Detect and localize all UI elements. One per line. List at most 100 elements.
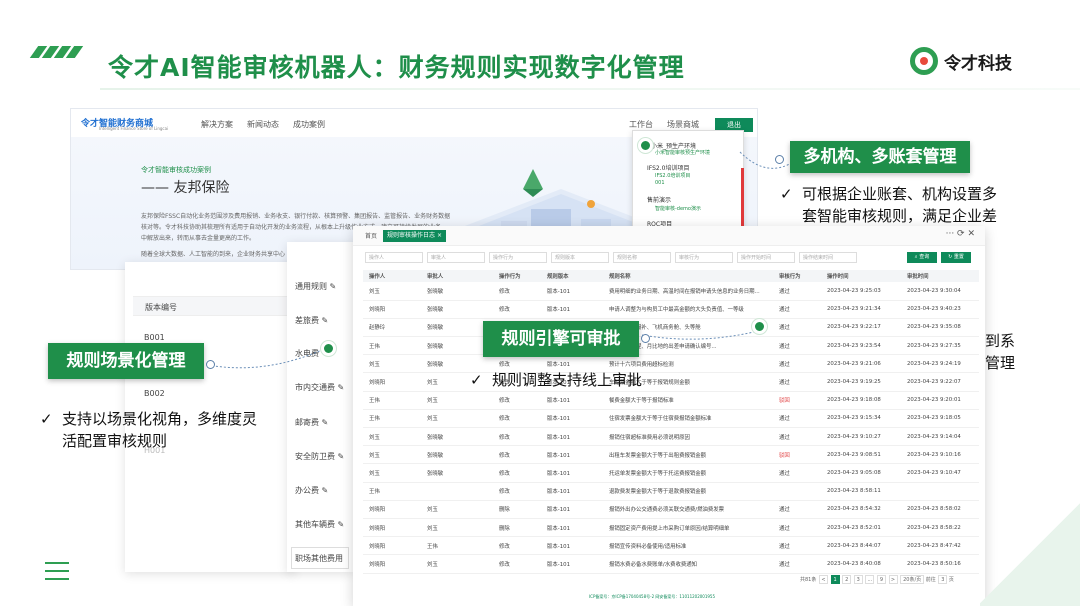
rule-category-item[interactable]: 通用规则 ✎ xyxy=(295,276,353,298)
table-cell: 2023-04-23 8:52:01 xyxy=(821,518,901,538)
table-cell: 刘玉 xyxy=(421,500,493,519)
column-header[interactable]: 操作人 xyxy=(363,270,421,282)
table-row[interactable]: 刘玉 张晓敏 修改 版本-101 出租车发票金额大于等于出租费报销金额 驳回 2023-04… xyxy=(363,445,979,465)
page-button[interactable]: 2 xyxy=(842,575,852,584)
table-row[interactable]: 刘晓阳 刘玉 修改 版本-101 报销水费必备水费账单/水费收费通知 通过 2023-04-… xyxy=(363,554,979,574)
check-icon: ✓ xyxy=(40,410,53,428)
table-row[interactable]: 王伟 修改 版本-101 退款费发票金额大于等于退款费报销金额 2023-04-23 8… xyxy=(363,482,979,501)
table-cell: 2023-04-23 9:08:51 xyxy=(821,445,901,465)
filter-rule-name-input[interactable]: 规则名称 xyxy=(613,252,671,263)
dropdown-item[interactable]: 售前演示 xyxy=(647,195,671,204)
table-cell: 版本-101 xyxy=(541,391,603,410)
edit-icon[interactable]: ✎ xyxy=(322,418,329,427)
rule-category-item[interactable]: 邮寄费 ✎ xyxy=(295,412,353,434)
nav-solutions[interactable]: 解决方案 xyxy=(201,119,233,130)
edit-icon[interactable]: ✎ xyxy=(322,486,329,495)
filter-action-select[interactable]: 操作行为 xyxy=(489,252,547,263)
filter-version-input[interactable]: 规则版本 xyxy=(551,252,609,263)
column-header[interactable]: 审批人 xyxy=(421,270,493,282)
table-cell: 张晓敏 xyxy=(421,463,493,483)
nav-cases[interactable]: 成功案例 xyxy=(293,119,325,130)
table-cell: 修改 xyxy=(493,427,541,447)
reset-button-label: 重置 xyxy=(953,254,964,260)
icp-footer: ICP备案号：京ICP备17040458号-2 网安备案号：1101120200… xyxy=(589,594,716,599)
table-row[interactable]: 刘晓阳 刘玉 删除 版本-101 报销外出办公交通费必须关联交通费/燃油费发票 通过 202… xyxy=(363,500,979,519)
tab-home[interactable]: 首页 xyxy=(365,231,377,240)
table-row[interactable]: 王伟 刘玉 修改 版本-101 住宿发票金额大于等于住宿费报销金额标准 通过 2023-04… xyxy=(363,409,979,429)
callout-multi-org-desc: ✓ 可根据企业账套、机构设置多 套智能审核规则，满足企业差 xyxy=(780,183,997,227)
rule-category-item[interactable]: 安全防卫费 ✎ xyxy=(295,446,353,468)
table-cell: 修改 xyxy=(493,282,541,301)
page-ellipsis[interactable]: ... xyxy=(865,575,875,584)
edit-icon[interactable]: ✎ xyxy=(338,520,345,529)
nav-news[interactable]: 新闻动态 xyxy=(247,119,279,130)
filter-approver-input[interactable]: 审批人 xyxy=(427,252,485,263)
version-item[interactable]: B001 xyxy=(144,333,165,342)
column-header[interactable]: 操作时间 xyxy=(821,270,901,282)
tab-actions[interactable]: ··· ⟳ ✕ xyxy=(946,229,975,239)
rule-category-item[interactable]: 其他车辆费 ✎ xyxy=(295,514,353,536)
search-button[interactable]: ⌕ 查询 xyxy=(907,252,937,263)
column-header[interactable]: 操作行为 xyxy=(493,270,541,282)
table-row[interactable]: 刘玉 张晓敏 修改 版本-101 预计十六项目费用超标检测 通过 2023-04-23 9:… xyxy=(363,354,979,374)
table-cell: 刘玉 xyxy=(421,409,493,429)
edit-icon[interactable]: ✎ xyxy=(338,383,345,392)
table-row[interactable]: 刘晓阳 刘玉 修改 版本-101 车船票金额大于等于报销规则金额 通过 2023-04-23… xyxy=(363,372,979,392)
table-row[interactable]: 刘玉 张晓敏 修改 版本-101 报销住宿超标准费用必须说明原因 通过 2023-04-23… xyxy=(363,427,979,447)
dropdown-item[interactable]: IFS2.0培训项目 xyxy=(647,163,689,172)
rule-category-item[interactable]: 市内交通费 ✎ xyxy=(295,377,353,399)
callout-scene-management: 规则场景化管理 xyxy=(48,343,204,379)
table-cell: 王伟 xyxy=(363,336,421,356)
rule-category-item[interactable]: 办公费 ✎ xyxy=(295,480,353,502)
version-item[interactable]: B002 xyxy=(144,389,165,398)
close-icon[interactable]: × xyxy=(437,232,442,239)
check-icon: ✓ xyxy=(780,185,793,203)
edit-icon[interactable]: ✎ xyxy=(338,452,345,461)
table-cell: 修改 xyxy=(493,391,541,410)
table-row[interactable]: 刘晓阳 刘玉 删除 版本-101 报销固定资产费用提上市采购订单原因/结算明细单 通过 20… xyxy=(363,518,979,538)
table-cell: 2023-04-23 8:58:02 xyxy=(901,500,979,519)
table-cell: 驳回 xyxy=(773,391,821,410)
table-row[interactable]: 刘晓阳 王伟 修改 版本-101 报销宣传资料必备使用/适用标准 通过 2023-04-23… xyxy=(363,536,979,556)
filter-end-date-input[interactable]: 操作结束时间 xyxy=(799,252,857,263)
tab-audit-log[interactable]: 规则审核操作日志 × xyxy=(383,230,446,242)
table-row[interactable]: 刘玉 张晓敏 修改 版本-101 费用明细的业务日期、高温时间在报销申请头信息的业务日期… xyxy=(363,282,979,301)
rule-category-label: 办公费 xyxy=(295,486,319,495)
table-cell: 通过 xyxy=(773,554,821,574)
rule-category-item[interactable]: 差旅费 ✎ xyxy=(295,310,353,332)
column-header[interactable]: 规则名称 xyxy=(603,270,773,282)
table-cell xyxy=(901,482,979,501)
page-button[interactable]: 3 xyxy=(853,575,863,584)
table-row[interactable]: 王伟 刘玉 修改 版本-101 餐费金额大于等于报销标准 驳回 2023-04-23 9:1… xyxy=(363,391,979,410)
menu-icon[interactable] xyxy=(45,562,69,580)
nav-workbench[interactable]: 工作台 xyxy=(629,119,653,130)
reset-button[interactable]: ↻ 重置 xyxy=(941,252,971,263)
dropdown-item[interactable]: 小米智能审核预生产环境 xyxy=(655,149,710,156)
edit-icon[interactable]: ✎ xyxy=(322,316,329,325)
prev-page-button[interactable]: < xyxy=(818,575,828,584)
column-header[interactable]: 审核行为 xyxy=(773,270,821,282)
column-header[interactable]: 审批时间 xyxy=(901,270,979,282)
edit-icon[interactable]: ✎ xyxy=(330,282,337,291)
page-button[interactable]: 1 xyxy=(830,575,840,584)
dropdown-item[interactable]: 智能审核-demo演示 xyxy=(655,205,701,212)
table-row[interactable]: 刘玉 张晓敏 修改 版本-101 托运单发票金额大于等于托运费报销金额 通过 2023-04… xyxy=(363,463,979,483)
table-cell: 2023-04-23 9:25:03 xyxy=(821,282,901,301)
goto-page-input[interactable]: 3 xyxy=(938,575,948,584)
filter-audit-action-input[interactable]: 审核行为 xyxy=(675,252,733,263)
page-button[interactable]: 9 xyxy=(876,575,886,584)
rule-category-item[interactable]: 职场其他费用 xyxy=(291,547,349,569)
filter-operator-input[interactable]: 操作人 xyxy=(365,252,423,263)
table-cell: 2023-04-23 8:47:42 xyxy=(901,536,979,556)
page-size-select[interactable]: 20条/页 xyxy=(900,575,925,584)
table-cell: 版本-101 xyxy=(541,463,603,483)
nav-scene-mall[interactable]: 场景商城 xyxy=(667,119,699,130)
hotspot-marker xyxy=(752,319,767,334)
dropdown-item[interactable]: IFS2.0培训项目 xyxy=(655,172,690,179)
table-row[interactable]: 刘晓阳 张晓敏 修改 版本-101 申请人调整为与构员工中最高金额的大头负责值、一等级通… xyxy=(363,300,979,319)
column-header[interactable]: 规则版本 xyxy=(541,270,603,282)
filter-start-date-input[interactable]: 操作开始时间 xyxy=(737,252,795,263)
table-cell: 张晓敏 xyxy=(421,282,493,301)
dropdown-item[interactable]: 001 xyxy=(655,180,665,186)
next-page-button[interactable]: > xyxy=(888,575,898,584)
